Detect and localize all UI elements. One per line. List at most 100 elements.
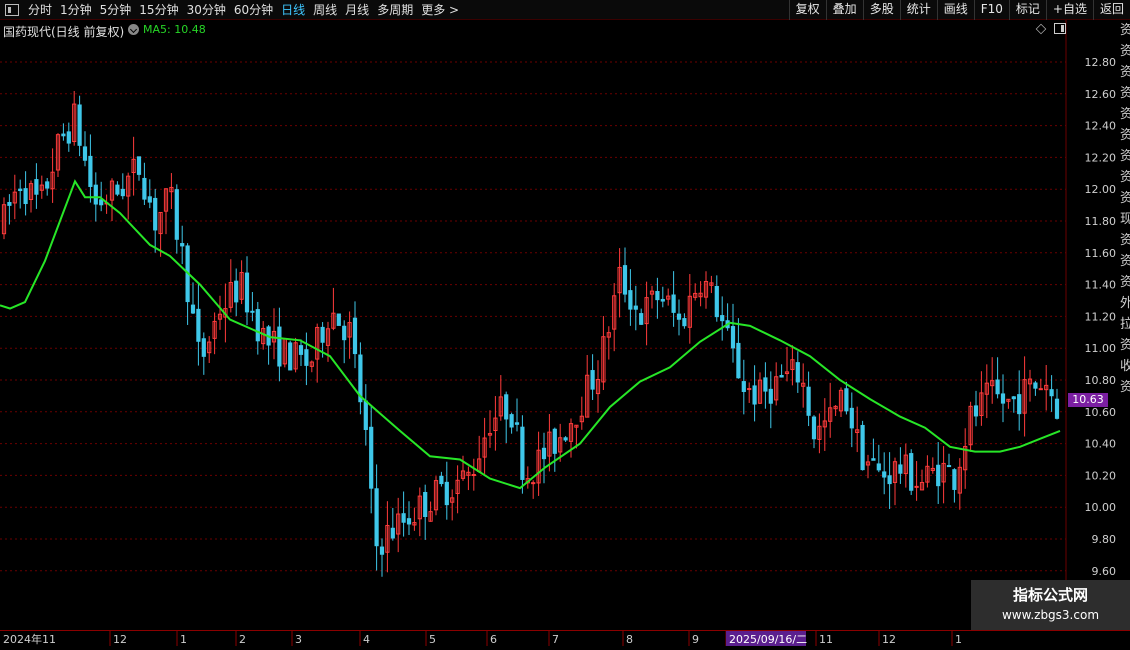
period-tab-9[interactable]: 多周期: [374, 1, 418, 18]
layout-toggle-icon[interactable]: [5, 3, 19, 16]
candle-body: [1049, 389, 1054, 397]
side-strip-char: 资: [1120, 191, 1130, 206]
candle-body: [244, 272, 250, 313]
candle-body: [639, 313, 644, 325]
side-strip-char: 资: [1120, 170, 1130, 185]
candle-body: [720, 315, 725, 322]
toolbar-button-2[interactable]: 多股: [862, 0, 900, 20]
candle-body: [352, 317, 358, 355]
candle-body: [190, 304, 196, 314]
candle-body: [18, 188, 23, 192]
side-strip-char: 资: [1120, 44, 1130, 59]
candle-body: [860, 424, 865, 471]
candle-body: [66, 131, 71, 144]
side-strip-char: 收: [1120, 359, 1130, 374]
candle-body: [234, 280, 239, 303]
candle-body: [628, 290, 633, 310]
y-tick-label: 12.00: [1085, 183, 1117, 196]
period-tab-1[interactable]: 1分钟: [57, 1, 97, 18]
y-tick-label: 10.60: [1085, 406, 1117, 419]
y-tick-label: 12.20: [1085, 151, 1117, 164]
candle-body: [61, 133, 66, 137]
candle-body: [196, 308, 201, 342]
candle-body: [1000, 393, 1006, 404]
ma-legend[interactable]: MA5: 10.48: [128, 23, 206, 36]
chart-canvas[interactable]: 12.80 12.60 12.40 12.20 12.00 11.80 11.60 11.40…: [0, 20, 1130, 650]
watermark: 指标公式网 www.zbgs3.com: [971, 580, 1130, 630]
candle-body: [1054, 398, 1060, 419]
side-strip-char: 外: [1120, 296, 1130, 311]
watermark-title: 指标公式网: [1012, 586, 1088, 604]
candle-body: [390, 527, 395, 539]
period-tab-10[interactable]: 更多 >: [418, 1, 464, 18]
candle-body: [995, 379, 1000, 395]
period-tab-8[interactable]: 月线: [342, 1, 374, 18]
y-tick-label: 10.20: [1085, 469, 1117, 482]
candle-body: [363, 400, 368, 430]
candle-body: [741, 381, 746, 392]
side-strip-char: 现: [1120, 212, 1130, 227]
candle-body: [531, 482, 536, 485]
dropdown-icon[interactable]: [128, 24, 139, 35]
y-tick-label: 9.80: [1092, 533, 1117, 546]
candle-body: [682, 318, 687, 327]
candle-body: [93, 184, 98, 205]
period-tab-5[interactable]: 60分钟: [231, 1, 278, 18]
toolbar-button-3[interactable]: 统计: [899, 0, 937, 20]
side-strip-char: 拉: [1120, 317, 1130, 332]
candle-body: [1033, 382, 1038, 389]
toolbar-button-0[interactable]: 复权: [788, 0, 826, 20]
y-tick-label: 11.60: [1085, 247, 1117, 260]
kline-chart[interactable]: 12.80 12.60 12.40 12.20 12.00 11.80 11.60 11.40…: [0, 20, 1130, 650]
candle-body: [849, 407, 854, 429]
period-tab-7[interactable]: 周线: [310, 1, 342, 18]
candle-body: [250, 310, 255, 313]
side-strip-char: 资: [1120, 86, 1130, 101]
toolbar-button-1[interactable]: 叠加: [825, 0, 863, 20]
candle-body: [471, 474, 476, 477]
candle-body: [120, 188, 125, 197]
period-tab-3[interactable]: 15分钟: [136, 1, 183, 18]
candle-body: [147, 196, 152, 203]
candle-body: [909, 453, 914, 491]
y-tick-label: 11.80: [1085, 215, 1117, 228]
candle-body: [655, 291, 660, 301]
period-tab-6[interactable]: 日线: [278, 1, 310, 18]
side-info-strip: 资资资资资资资资资现资资资外拉资收资: [1120, 20, 1130, 630]
candle-body: [676, 313, 682, 320]
toolbar-button-7[interactable]: +自选: [1045, 0, 1093, 20]
y-tick-label: 10.80: [1085, 374, 1117, 387]
toolbar-button-4[interactable]: 画线: [936, 0, 974, 20]
side-strip-char: 资: [1120, 65, 1130, 80]
watermark-url: www.zbgs3.com: [1001, 608, 1100, 622]
panel-toggle-icon[interactable]: [1054, 23, 1066, 34]
period-tab-4[interactable]: 30分钟: [184, 1, 231, 18]
y-tick-label: 11.40: [1085, 279, 1117, 292]
candle-body: [936, 464, 941, 487]
candle-body: [952, 469, 957, 490]
candle-body: [811, 416, 817, 440]
toolbar-button-6[interactable]: 标记: [1008, 0, 1046, 20]
toolbar-button-8[interactable]: 返回: [1092, 0, 1130, 20]
candle-body: [288, 342, 293, 371]
side-strip-char: 资: [1120, 128, 1130, 143]
candle-body: [304, 349, 309, 366]
candle-body: [374, 488, 379, 547]
candle-body: [406, 518, 412, 525]
candle-body: [401, 513, 406, 523]
period-tab-0[interactable]: 分时: [25, 1, 57, 18]
side-strip-char: 资: [1120, 338, 1130, 353]
candle-body: [336, 313, 341, 326]
y-tick-label: 12.60: [1085, 88, 1117, 101]
candle-body: [747, 388, 752, 391]
candle-body: [142, 177, 147, 200]
toolbar-button-5[interactable]: F10: [973, 0, 1009, 20]
y-tick-label: 12.40: [1085, 120, 1117, 133]
candle-body: [136, 156, 142, 175]
candle-body: [622, 265, 628, 295]
y-tick-label: 10.40: [1085, 438, 1117, 451]
candle-body: [887, 475, 892, 485]
candle-body: [752, 385, 757, 405]
period-tab-2[interactable]: 5分钟: [97, 1, 137, 18]
candle-body: [504, 394, 509, 420]
